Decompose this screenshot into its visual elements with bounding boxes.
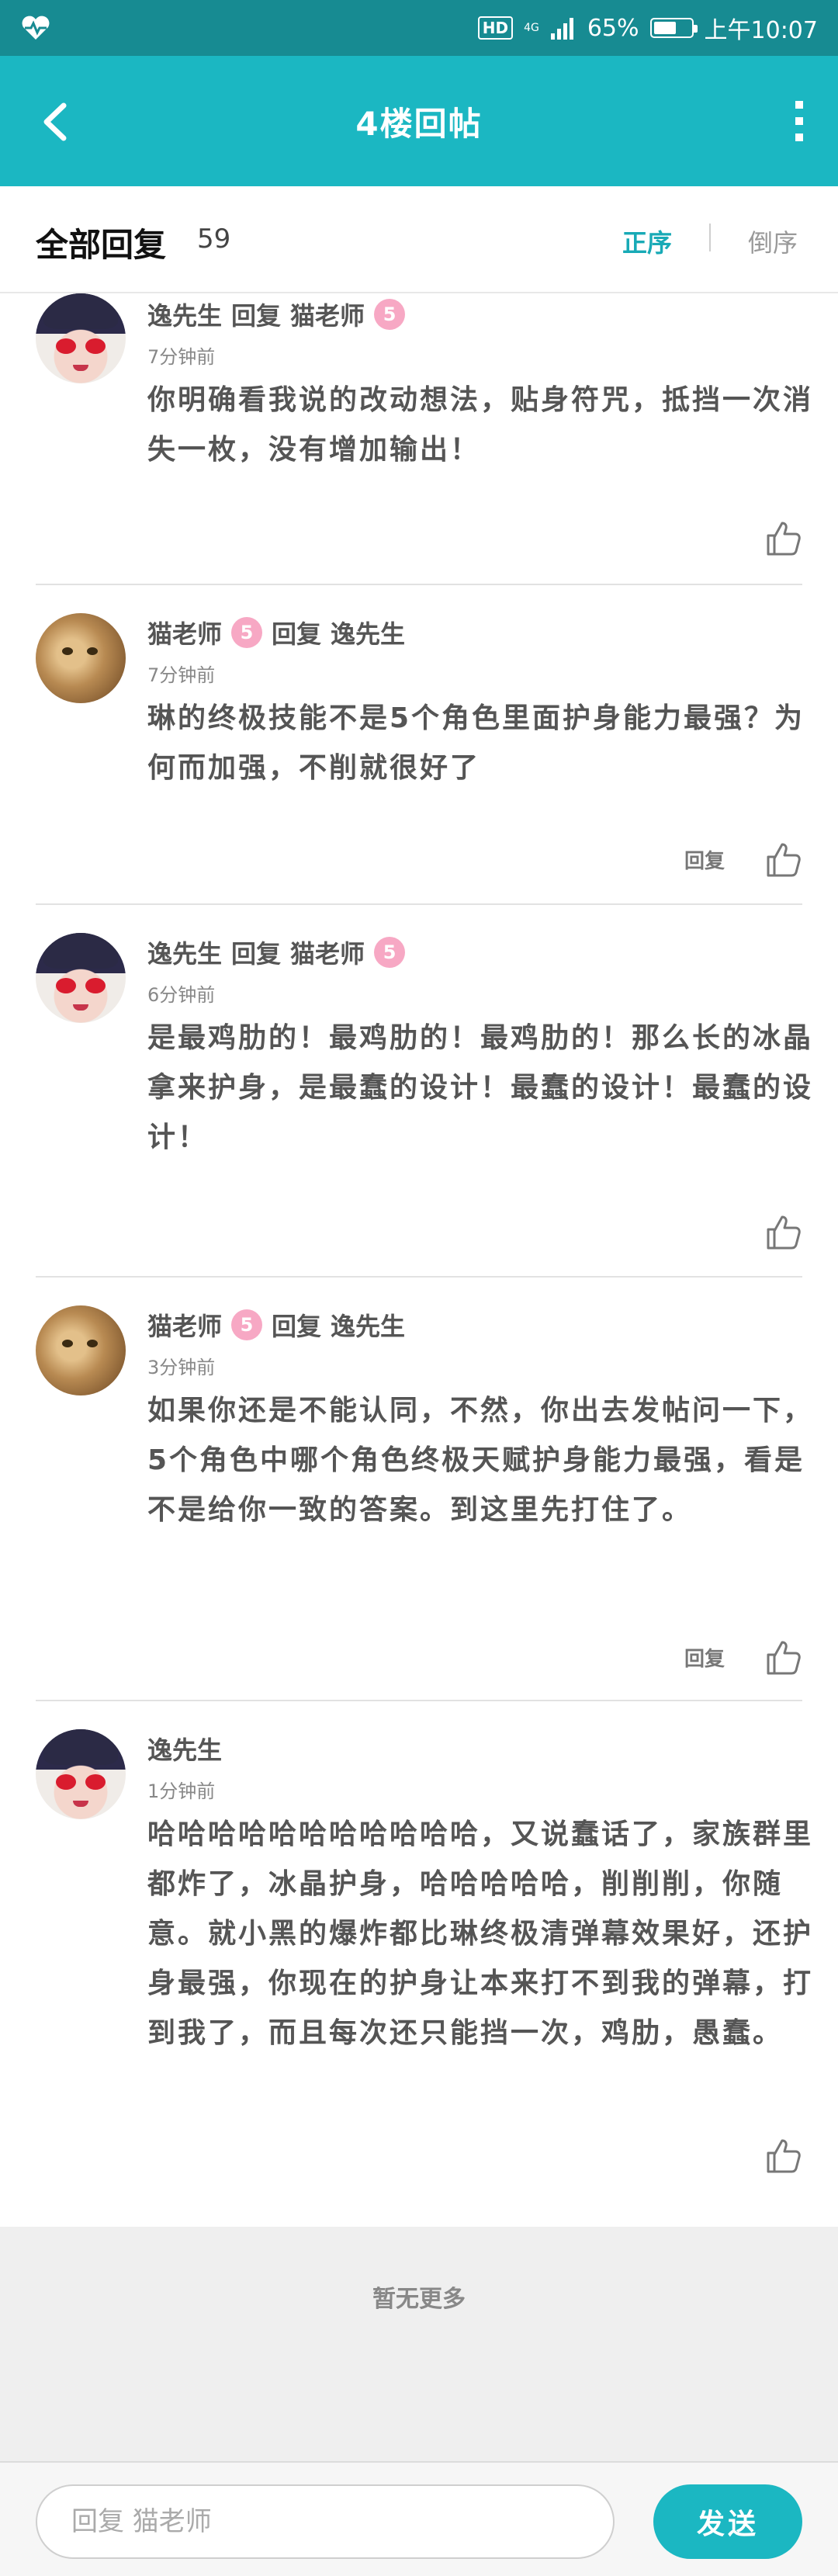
reply-content: 是最鸡肋的！最鸡肋的！最鸡肋的！那么长的冰晶拿来护身，是最蠢的设计！最蠢的设计！… bbox=[147, 1022, 814, 1153]
reply-header: 猫老师 5 回复 逸先生 bbox=[147, 615, 405, 650]
reply-actions bbox=[764, 518, 802, 557]
reply-content: 琳的终极技能不是5个角色里面护身能力最强？为何而加强，不削就很好了 bbox=[147, 702, 805, 784]
author-name[interactable]: 逸先生 bbox=[147, 934, 222, 970]
reply-item: 逸先生 1分钟前 哈哈哈哈哈哈哈哈哈哈哈，又说蠢话了，家族群里都炸了，冰晶护身，… bbox=[36, 1701, 811, 2229]
avatar[interactable] bbox=[36, 613, 126, 703]
reply-header: 逸先生 回复 猫老师 5 bbox=[147, 296, 406, 332]
reply-time: 3分钟前 bbox=[147, 1357, 216, 1378]
author-name[interactable]: 逸先生 bbox=[147, 1731, 222, 1766]
sort-divider bbox=[709, 224, 711, 251]
author-name[interactable]: 逸先生 bbox=[147, 296, 222, 332]
reply-item: 逸先生 回复 猫老师 5 7分钟前 你明确看我说的改动想法，贴身符咒，抵挡一次消… bbox=[36, 293, 811, 585]
send-button[interactable]: 发送 bbox=[653, 2484, 802, 2559]
reply-time: 7分钟前 bbox=[147, 664, 216, 686]
reply-actions: 回复 bbox=[684, 1638, 802, 1676]
status-right: HD 4G 65% 上午10:07 bbox=[477, 11, 818, 45]
reply-time: 7分钟前 bbox=[147, 346, 216, 368]
avatar[interactable] bbox=[36, 933, 126, 1023]
reply-word: 回复 bbox=[272, 1312, 322, 1341]
reply-button[interactable]: 回复 bbox=[684, 845, 725, 874]
reply-word: 回复 bbox=[231, 939, 282, 969]
reply-header: 猫老师 5 回复 逸先生 bbox=[147, 1307, 405, 1343]
reply-content: 如果你还是不能认同，不然，你出去发帖问一下，5个角色中哪个角色终极天赋护身能力最… bbox=[147, 1395, 814, 1526]
reply-item: 猫老师 5 回复 逸先生 3分钟前 如果你还是不能认同，不然，你出去发帖问一下，… bbox=[36, 1278, 811, 1701]
level-badge: 5 bbox=[231, 617, 263, 648]
battery-icon bbox=[649, 18, 698, 38]
thumbs-up-icon[interactable] bbox=[764, 2136, 802, 2175]
reply-content: 你明确看我说的改动想法，贴身符咒，抵挡一次消失一枚，没有增加输出！ bbox=[147, 384, 814, 466]
signal-icon bbox=[550, 18, 573, 40]
thumbs-up-icon[interactable] bbox=[764, 1638, 802, 1676]
reply-target-name[interactable]: 猫老师 bbox=[290, 296, 365, 332]
reply-target-name[interactable]: 猫老师 bbox=[290, 934, 365, 970]
battery-fill bbox=[653, 22, 677, 34]
reply-time: 1分钟前 bbox=[147, 1780, 216, 1802]
reply-target-name[interactable]: 逸先生 bbox=[331, 1307, 405, 1343]
sort-ascending-button[interactable]: 正序 bbox=[622, 224, 672, 259]
more-vertical-icon[interactable] bbox=[784, 96, 815, 146]
author-name[interactable]: 猫老师 bbox=[147, 1307, 222, 1343]
battery-percent: 65% bbox=[587, 14, 639, 42]
reply-target-name[interactable]: 逸先生 bbox=[331, 615, 405, 650]
reply-list: 逸先生 回复 猫老师 5 7分钟前 你明确看我说的改动想法，贴身符咒，抵挡一次消… bbox=[0, 293, 838, 2229]
reply-time: 6分钟前 bbox=[147, 984, 216, 1006]
no-more-section: 暂无更多 bbox=[0, 2227, 838, 2461]
reply-header: 逸先生 bbox=[147, 1731, 222, 1766]
status-bar: HD 4G 65% 上午10:07 bbox=[0, 0, 838, 56]
reply-word: 回复 bbox=[272, 619, 322, 649]
level-badge: 5 bbox=[374, 299, 406, 330]
avatar[interactable] bbox=[36, 1729, 126, 1819]
health-heart-icon bbox=[22, 16, 50, 40]
network-type-label: 4G bbox=[524, 22, 539, 34]
reply-item: 逸先生 回复 猫老师 5 6分钟前 是最鸡肋的！最鸡肋的！最鸡肋的！那么长的冰晶… bbox=[36, 905, 811, 1278]
reply-button[interactable]: 回复 bbox=[684, 1643, 725, 1672]
level-badge: 5 bbox=[231, 1309, 263, 1340]
hd-badge: HD bbox=[477, 16, 514, 40]
thumbs-up-icon[interactable] bbox=[764, 840, 802, 879]
reply-input[interactable] bbox=[36, 2484, 615, 2559]
page-title: 4楼回帖 bbox=[355, 105, 483, 143]
reply-content: 哈哈哈哈哈哈哈哈哈哈哈，又说蠢话了，家族群里都炸了，冰晶护身，哈哈哈哈哈，削削削… bbox=[147, 1818, 814, 2049]
author-name[interactable]: 猫老师 bbox=[147, 615, 222, 650]
thumbs-up-icon[interactable] bbox=[764, 1212, 802, 1251]
sort-descending-button[interactable]: 倒序 bbox=[748, 224, 798, 259]
network-type: 4G bbox=[524, 23, 539, 33]
avatar[interactable] bbox=[36, 1305, 126, 1395]
all-replies-title: 全部回复 bbox=[36, 226, 167, 264]
reply-word: 回复 bbox=[231, 301, 282, 331]
reply-count: 59 bbox=[197, 224, 231, 255]
reply-item: 猫老师 5 回复 逸先生 7分钟前 琳的终极技能不是5个角色里面护身能力最强？为… bbox=[36, 585, 802, 905]
reply-header: 逸先生 回复 猫老师 5 bbox=[147, 934, 406, 970]
thumbs-up-icon[interactable] bbox=[764, 518, 802, 557]
no-more-label: 暂无更多 bbox=[372, 2286, 466, 2313]
sort-bar: 全部回复 59 正序 倒序 bbox=[0, 186, 838, 293]
clock: 上午10:07 bbox=[704, 17, 818, 44]
app-header: 4楼回帖 bbox=[0, 56, 838, 186]
level-badge: 5 bbox=[374, 937, 406, 968]
reply-actions: 回复 bbox=[684, 840, 802, 879]
bottom-bar: 发送 bbox=[0, 2461, 838, 2576]
reply-actions bbox=[764, 1212, 802, 1251]
avatar[interactable] bbox=[36, 293, 126, 383]
reply-actions bbox=[764, 2136, 802, 2175]
